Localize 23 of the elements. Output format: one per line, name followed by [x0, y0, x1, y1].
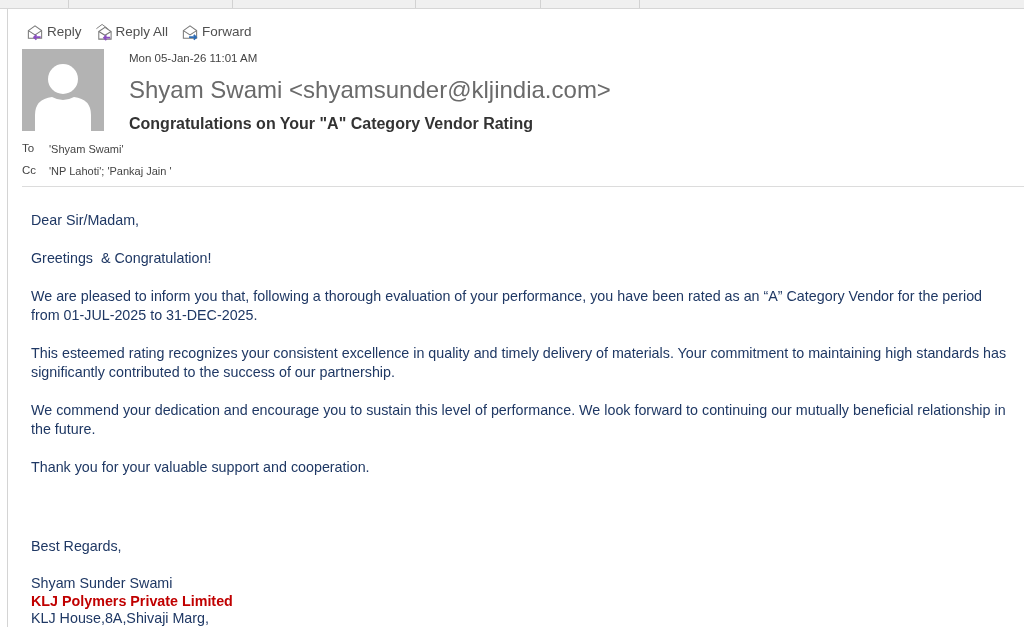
- recipient-label: To: [22, 141, 36, 157]
- message-paragraph: Dear Sir/Madam,: [31, 211, 141, 230]
- closing-text: Best Regards,: [31, 537, 123, 556]
- subject-line: Congratulations on Your "A" Category Vendor Rating: [129, 115, 534, 133]
- message-paragraph: This esteemed rating recognizes your consistent excellence in quality and timely delivery of materials. Your commitment to maintaining high standards has significantly contributed to the success of our partnership.: [31, 344, 1008, 382]
- sender-name[interactable]: Shyam Swami <shyamsunder@kljindia.com>: [129, 76, 611, 104]
- action-button[interactable]: Reply: [24, 21, 84, 43]
- recipient-list[interactable]: 'Shyam Swami': [48, 140, 124, 158]
- recipient-label: Cc: [22, 163, 38, 179]
- message-paragraph: We are pleased to inform you that, following a thorough evaluation of your performance, you have been rated as an “A” Category Vendor for the period from 01-JUL-2025 to 31-DEC-2025.: [31, 287, 984, 325]
- action-button[interactable]: Forward: [179, 21, 254, 43]
- reply-icon: [26, 23, 44, 41]
- message-paragraph: We commend your dedication and encourage you to sustain this level of performance. We look forward to continuing our mutually beneficial relationship in the future.: [31, 401, 1007, 439]
- forward-icon: [181, 23, 200, 41]
- signature-name: Shyam Sunder Swami: [31, 575, 174, 593]
- address-text: KLJ House,8A,Shivaji Marg,: [31, 610, 210, 627]
- message-paragraph: Thank you for your valuable support and cooperation.: [31, 458, 371, 477]
- recipient-list[interactable]: 'NP Lahoti'; 'Pankaj Jain ': [48, 162, 172, 180]
- sent-date: Mon 05-Jan-26 11:01 AM: [129, 51, 259, 65]
- company-name: KLJ Polymers Private Limited: [31, 592, 234, 610]
- action-button[interactable]: Reply All: [92, 21, 171, 43]
- reply-all-icon: [94, 23, 113, 41]
- message-paragraph: Greetings & Congratulation!: [31, 249, 213, 268]
